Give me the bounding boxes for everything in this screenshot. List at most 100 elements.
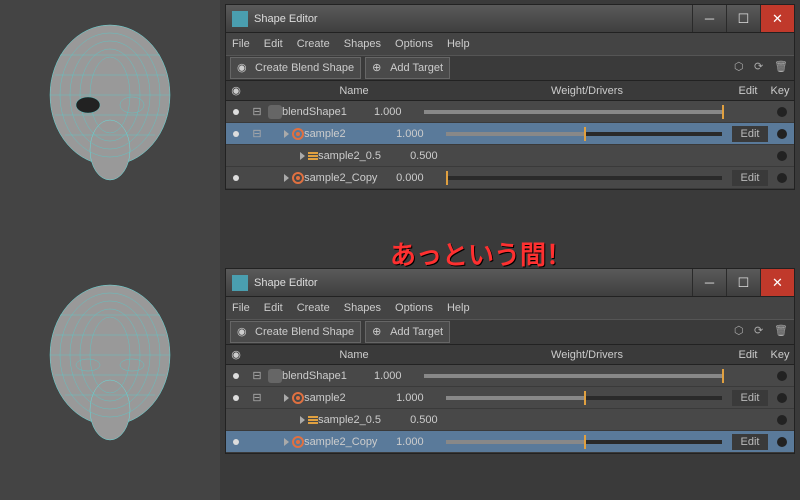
visibility-dot[interactable] (233, 395, 239, 401)
edit-button[interactable]: Edit (732, 170, 768, 186)
shape-row[interactable]: ⊟ blendShape1 1.000 (226, 101, 794, 123)
shape-row[interactable]: sample2_0.5 0.500 (226, 409, 794, 431)
key-button[interactable] (770, 107, 794, 117)
expand-arrow[interactable] (284, 174, 289, 182)
weight-value[interactable]: 0.500 (410, 414, 452, 426)
shape-name[interactable]: sample2_0.5 (318, 414, 410, 426)
expand-arrow[interactable] (284, 394, 289, 402)
tree-toggle[interactable]: ⊟ (246, 105, 268, 118)
weight-slider[interactable] (446, 132, 722, 136)
header-key[interactable]: Key (766, 349, 794, 361)
shape-row[interactable]: ⊟ sample2 1.000 Edit (226, 387, 794, 409)
edit-button[interactable]: Edit (732, 126, 768, 142)
menu-edit[interactable]: Edit (264, 38, 283, 50)
shape-row[interactable]: sample2_0.5 0.500 (226, 145, 794, 167)
maximize-button[interactable]: ☐ (726, 269, 760, 296)
maximize-button[interactable]: ☐ (726, 5, 760, 32)
shape-name[interactable]: sample2_0.5 (318, 150, 410, 162)
shape-row[interactable]: sample2_Copy 0.000 Edit (226, 167, 794, 189)
key-button[interactable] (770, 151, 794, 161)
visibility-dot[interactable] (233, 109, 239, 115)
menu-shapes[interactable]: Shapes (344, 302, 381, 314)
shape-row[interactable]: ⊟ blendShape1 1.000 (226, 365, 794, 387)
header-visibility[interactable]: ◉ (226, 348, 246, 361)
weight-slider[interactable] (424, 374, 722, 378)
close-button[interactable]: ✕ (760, 5, 794, 32)
key-button[interactable] (770, 393, 794, 403)
shape-name[interactable]: blendShape1 (282, 106, 374, 118)
menu-help[interactable]: Help (447, 302, 470, 314)
weight-value[interactable]: 1.000 (396, 128, 438, 140)
menu-edit[interactable]: Edit (264, 302, 283, 314)
trash-icon[interactable]: 🗑 (774, 324, 790, 340)
header-weight[interactable]: Weight/Drivers (444, 85, 730, 97)
expand-arrow[interactable] (300, 416, 305, 424)
weight-value[interactable]: 1.000 (396, 392, 438, 404)
menu-options[interactable]: Options (395, 38, 433, 50)
weight-value[interactable]: 0.500 (410, 150, 452, 162)
tree-toggle[interactable]: ⊟ (246, 391, 268, 404)
weight-slider[interactable] (446, 440, 722, 444)
titlebar[interactable]: Shape Editor ─ ☐ ✕ (226, 5, 794, 33)
minimize-button[interactable]: ─ (692, 5, 726, 32)
node-icon[interactable]: ⬡ (734, 60, 750, 76)
refresh-icon[interactable]: ⟳ (754, 60, 770, 76)
visibility-dot[interactable] (233, 175, 239, 181)
titlebar[interactable]: Shape Editor ─ ☐ ✕ (226, 269, 794, 297)
weight-value[interactable]: 1.000 (374, 106, 416, 118)
shape-row[interactable]: sample2_Copy 1.000 Edit (226, 431, 794, 453)
menu-help[interactable]: Help (447, 38, 470, 50)
header-name[interactable]: Name (264, 85, 444, 97)
menu-create[interactable]: Create (297, 38, 330, 50)
key-button[interactable] (770, 129, 794, 139)
shape-name[interactable]: blendShape1 (282, 370, 374, 382)
shape-name[interactable]: sample2_Copy (304, 172, 396, 184)
node-icon[interactable]: ⬡ (734, 324, 750, 340)
menu-shapes[interactable]: Shapes (344, 38, 381, 50)
edit-button[interactable]: Edit (732, 390, 768, 406)
header-key[interactable]: Key (766, 85, 794, 97)
header-edit[interactable]: Edit (730, 85, 766, 97)
menu-create[interactable]: Create (297, 302, 330, 314)
refresh-icon[interactable]: ⟳ (754, 324, 770, 340)
key-button[interactable] (770, 437, 794, 447)
trash-icon[interactable]: 🗑 (774, 60, 790, 76)
key-button[interactable] (770, 415, 794, 425)
tree-toggle[interactable]: ⊟ (246, 369, 268, 382)
shape-name[interactable]: sample2_Copy (304, 436, 396, 448)
weight-value[interactable]: 0.000 (396, 172, 438, 184)
add-target-button[interactable]: ⊕Add Target (365, 321, 450, 343)
shape-name[interactable]: sample2 (304, 392, 396, 404)
menu-file[interactable]: File (232, 302, 250, 314)
weight-slider[interactable] (446, 396, 722, 400)
menu-options[interactable]: Options (395, 302, 433, 314)
minimize-button[interactable]: ─ (692, 269, 726, 296)
edit-button[interactable]: Edit (732, 434, 768, 450)
shape-name[interactable]: sample2 (304, 128, 396, 140)
create-blend-shape-button[interactable]: ◉Create Blend Shape (230, 321, 361, 343)
key-button[interactable] (770, 371, 794, 381)
header-name[interactable]: Name (264, 349, 444, 361)
create-blend-shape-button[interactable]: ◉Create Blend Shape (230, 57, 361, 79)
visibility-dot[interactable] (233, 373, 239, 379)
weight-value[interactable]: 1.000 (396, 436, 438, 448)
header-visibility[interactable]: ◉ (226, 84, 246, 97)
weight-slider[interactable] (446, 176, 722, 180)
close-button[interactable]: ✕ (760, 269, 794, 296)
header-weight[interactable]: Weight/Drivers (444, 349, 730, 361)
key-button[interactable] (770, 173, 794, 183)
shape-row[interactable]: ⊟ sample2 1.000 Edit (226, 123, 794, 145)
visibility-dot[interactable] (233, 131, 239, 137)
header-edit[interactable]: Edit (730, 349, 766, 361)
window-title: Shape Editor (254, 13, 692, 25)
visibility-dot[interactable] (233, 439, 239, 445)
weight-value[interactable]: 1.000 (374, 370, 416, 382)
expand-arrow[interactable] (284, 438, 289, 446)
add-target-button[interactable]: ⊕Add Target (365, 57, 450, 79)
expand-arrow[interactable] (300, 152, 305, 160)
expand-arrow[interactable] (284, 130, 289, 138)
weight-slider[interactable] (424, 110, 722, 114)
tree-toggle[interactable]: ⊟ (246, 127, 268, 140)
menu-file[interactable]: File (232, 38, 250, 50)
viewport-3d[interactable] (0, 0, 220, 500)
